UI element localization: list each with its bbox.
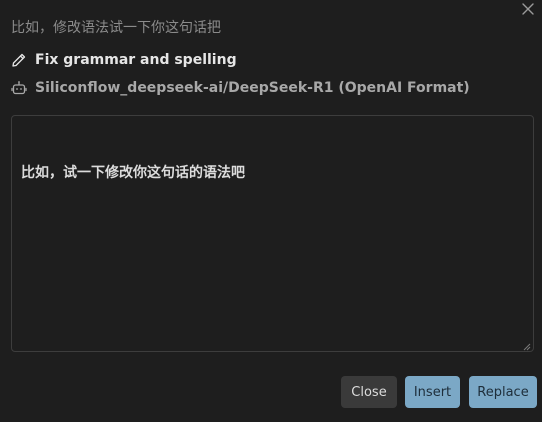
result-textarea[interactable]: 比如，试一下修改你这句话的语法吧 [11, 115, 534, 352]
pencil-icon [11, 52, 27, 68]
close-button[interactable]: Close [341, 376, 397, 408]
insert-button[interactable]: Insert [405, 376, 460, 408]
model-label: Siliconflow_deepseek-ai/DeepSeek-R1 (Ope… [35, 80, 470, 96]
prompt-text: 比如，修改语法试一下你这句话把 [11, 20, 221, 36]
ai-edit-modal: 比如，修改语法试一下你这句话把 Fix grammar and spelling… [0, 0, 542, 422]
model-row: Siliconflow_deepseek-ai/DeepSeek-R1 (Ope… [11, 80, 470, 96]
action-label: Fix grammar and spelling [35, 52, 237, 68]
action-row: Fix grammar and spelling [11, 52, 237, 68]
resize-handle-icon[interactable] [521, 339, 531, 351]
replace-button[interactable]: Replace [469, 376, 537, 408]
close-icon[interactable] [520, 1, 536, 17]
bot-icon [11, 80, 27, 96]
result-text: 比如，试一下修改你这句话的语法吧 [21, 165, 245, 181]
